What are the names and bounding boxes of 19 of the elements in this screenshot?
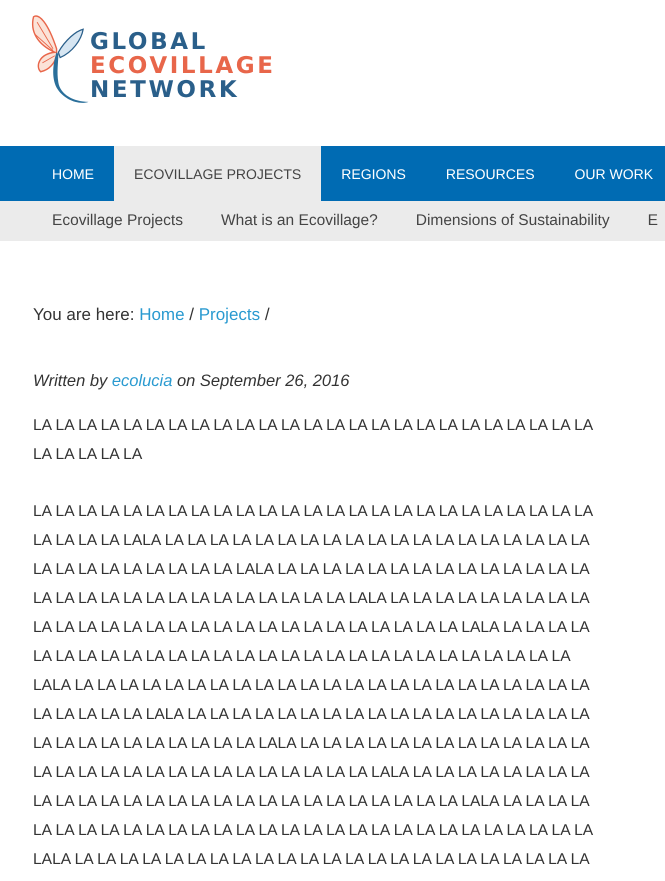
breadcrumb-link[interactable]: Home: [139, 305, 185, 324]
logo-text: ECOVILLAGE: [90, 54, 276, 78]
logo-text: GLOBAL: [90, 30, 209, 54]
nav-tab[interactable]: REGIONS: [321, 146, 426, 201]
subnav-link[interactable]: Ecovillage Projects: [52, 212, 183, 230]
byline: Written by ecolucia on September 26, 2016: [33, 372, 350, 391]
paragraph: LA LA LA LA LA LA LA LA LA LA LA LA LA LA LA LA LA LA LA LA LA LA LA LA LA LA LA LA LA LA: [33, 416, 594, 465]
subnav-link[interactable]: What is an Ecovillage?: [220, 212, 378, 230]
author-link[interactable]: ecolucia: [112, 372, 172, 390]
nav-tab[interactable]: RESOURCES: [426, 146, 555, 201]
breadcrumb-link[interactable]: Projects: [198, 305, 260, 324]
subnav-link[interactable]: Dimensions of Sustainability: [416, 212, 610, 230]
nav-tab[interactable]: HOME: [32, 146, 114, 201]
breadcrumb: You are here: Home / Projects /: [33, 304, 271, 326]
subnav-link[interactable]: E: [648, 212, 658, 230]
nav-tab[interactable]: OUR WORK: [554, 146, 665, 201]
logo-text: NETWORK: [90, 78, 240, 102]
paragraph: LA LA LA LA LA LA LA LA LA LA LA LA LA LA LA LA LA LA LA LA LA LA LA LA LA LA LA LA LA LALA LA LA LA LA LA LA LA LA LA LA LA LA LA LA LA LA LA LA LA LA LA LA LA LA LA LA LA LA LALA LA LA LA LA LA LA LA LA LA LA LA LA LA LA LA LA LA LA LA LA LA LA LA LA LA LA LA LA LALA LA LA LA LA LA LA LA LA LA LA LA LA LA LA LA LA LA LA LA LA LA LA LA LA LA LA LA LA LALA LA LA LA LA LA LA LA LA LA LA LA LA LA LA LA LA LA LA LA LA LA LA LA LA LA LA LA LA LALA LA LA LA LA LA LA LA LA LA LA LA LA LA LA LA LA LA LA LA LA LA LA LA LA LA LA LA LA LALA LA LA LA LA LA LA LA LA LA LA LA LA LA LA LA LA LA LA LA LA LA LA LA LA LA LA LA LA LALA LA LA LA LA LA LA LA LA LA LA LA LA LA LA LA LA LA LA LA LA LA LA LA LA LA LA LA LA LALA LA LA LA LA LA LA LA LA LA LA LA LA LA LA LA LA LA LA LA LA LA LA LA LA LA LA LA LALA LA LA LA LA LA LA LA LA LA LA LA LA LA LA LA LA LA LA LA LA LA LA LA LA LA LA LA LA LA LALA LA LA LA LA LA LA LA LA LA LA LA LA LA LA LA LA LA LA LA LA LA LA LA: [33, 502, 594, 870]
nav-tab[interactable]: ECOVILLAGE PROJECTS: [114, 146, 322, 201]
